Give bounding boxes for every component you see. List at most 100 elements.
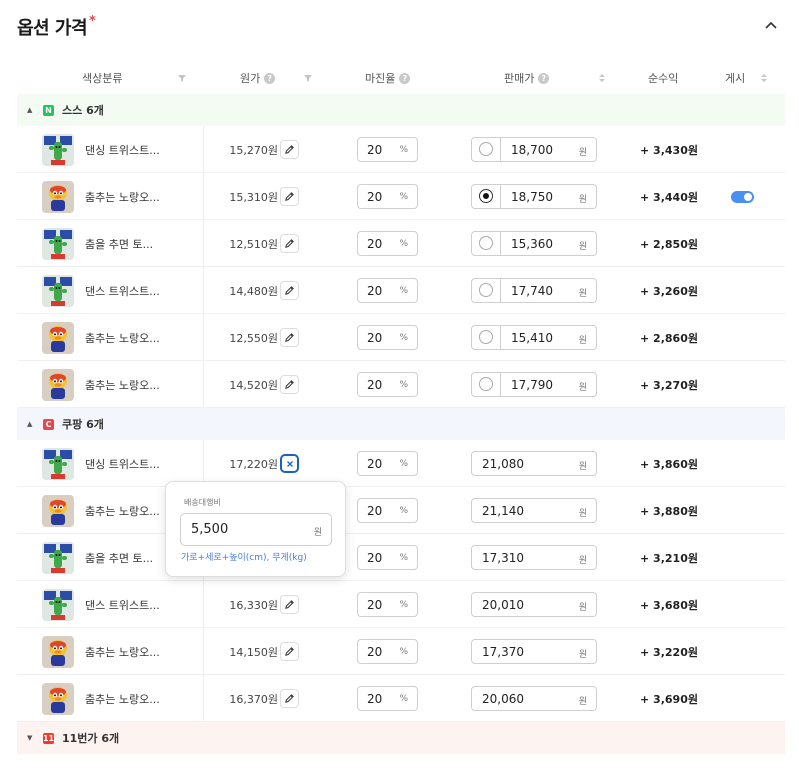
sort-icon[interactable] — [597, 73, 607, 83]
margin-value: 20 — [367, 190, 383, 204]
edit-cost-button[interactable] — [280, 187, 299, 206]
margin-input[interactable]: 20% — [357, 137, 418, 162]
column-divider — [203, 628, 204, 675]
price-value: 17,310 — [482, 551, 524, 565]
filter-icon[interactable] — [303, 73, 313, 83]
column-divider — [203, 581, 204, 628]
cost-value: 16,370원 — [229, 693, 278, 706]
cost-value: 14,520원 — [229, 379, 278, 392]
margin-input[interactable]: 20% — [357, 451, 418, 476]
price-input[interactable]: 21,140 원 — [471, 498, 597, 523]
price-radio[interactable] — [479, 236, 493, 250]
group-header[interactable]: ▼ 11 11번가 6개 — [17, 722, 785, 754]
edit-cost-button[interactable] — [280, 642, 299, 661]
price-input[interactable]: 15,410 원 — [471, 325, 597, 350]
shipping-fee-input[interactable]: 5,500 원 — [180, 513, 332, 546]
price-value: 15,360 — [511, 237, 553, 251]
cost-value: 16,330원 — [229, 599, 278, 612]
profit-value: + 3,680원 — [640, 599, 698, 612]
won-unit: 원 — [578, 556, 587, 566]
pencil-icon — [285, 286, 294, 295]
margin-input[interactable]: 20% — [357, 639, 418, 664]
price-input[interactable]: 17,740 원 — [471, 278, 597, 303]
margin-input[interactable]: 20% — [357, 231, 418, 256]
column-label: 게시 — [725, 72, 746, 85]
price-input[interactable]: 17,370 원 — [471, 639, 597, 664]
product-thumbnail — [42, 636, 74, 668]
price-radio[interactable] — [479, 142, 493, 156]
percent-unit: % — [399, 694, 408, 704]
edit-cost-button[interactable] — [280, 595, 299, 614]
product-name: 춤추는 노랑오... — [85, 646, 160, 659]
edit-cost-button[interactable] — [280, 140, 299, 159]
price-radio[interactable] — [479, 377, 493, 391]
price-radio[interactable] — [479, 283, 493, 297]
price-value: 18,700 — [511, 143, 553, 157]
table-row: 댄스 트위스트... 16,330원 20% 20,010 원 + 3,680원 — [17, 581, 785, 628]
group-header[interactable]: ▲ C 쿠팡 6개 — [17, 408, 785, 440]
price-value: 17,790 — [511, 378, 553, 392]
edit-cost-button[interactable] — [280, 689, 299, 708]
column-header-profit: 순수익 — [648, 70, 678, 86]
won-unit: 원 — [578, 650, 587, 660]
pencil-icon — [285, 647, 294, 656]
dimension-weight-link[interactable]: 가로+세로+높이(cm), 무게(kg) — [181, 550, 307, 563]
profit-value: + 3,270원 — [640, 379, 698, 392]
pencil-icon — [285, 239, 294, 248]
margin-value: 20 — [367, 504, 383, 518]
edit-cost-button[interactable] — [280, 281, 299, 300]
filter-icon[interactable] — [177, 73, 187, 83]
product-name: 춤추는 노랑오... — [85, 332, 160, 345]
profit-value: + 3,690원 — [640, 693, 698, 706]
close-edit-button[interactable] — [280, 454, 299, 473]
price-radio[interactable] — [479, 330, 493, 344]
margin-input[interactable]: 20% — [357, 184, 418, 209]
column-label: 원가 — [240, 72, 261, 85]
price-select-cell — [472, 138, 501, 161]
price-input[interactable]: 18,700 원 — [471, 137, 597, 162]
help-icon[interactable]: ? — [399, 72, 411, 84]
caret-down-icon[interactable]: ▼ — [27, 734, 37, 742]
price-radio[interactable] — [479, 189, 493, 203]
margin-value: 20 — [367, 457, 383, 471]
margin-input[interactable]: 20% — [357, 686, 418, 711]
column-divider — [203, 440, 204, 487]
sort-icon[interactable] — [759, 73, 769, 83]
edit-cost-button[interactable] — [280, 375, 299, 394]
price-select-cell — [472, 232, 501, 255]
price-input[interactable]: 17,310 원 — [471, 545, 597, 570]
price-input[interactable]: 15,360 원 — [471, 231, 597, 256]
edit-cost-button[interactable] — [280, 328, 299, 347]
profit-value: + 3,860원 — [640, 458, 698, 471]
chevron-up-icon[interactable] — [763, 18, 779, 34]
price-input[interactable]: 21,080 원 — [471, 451, 597, 476]
table-row: 댄싱 트위스트... 17,220원 20% 21,080 원 + 3,860원 — [17, 440, 785, 487]
table-row: 춤을 추면 토... 12,510원 20% 15,360 원 + 2,850원 — [17, 220, 785, 267]
margin-input[interactable]: 20% — [357, 278, 418, 303]
price-input[interactable]: 18,750 원 — [471, 184, 597, 209]
price-input[interactable]: 20,010 원 — [471, 592, 597, 617]
margin-input[interactable]: 20% — [357, 592, 418, 617]
profit-value: + 3,430원 — [640, 144, 698, 157]
margin-input[interactable]: 20% — [357, 372, 418, 397]
margin-input[interactable]: 20% — [357, 325, 418, 350]
caret-up-icon[interactable]: ▲ — [27, 106, 37, 114]
margin-value: 20 — [367, 331, 383, 345]
caret-up-icon[interactable]: ▲ — [27, 420, 37, 428]
price-input[interactable]: 17,790 원 — [471, 372, 597, 397]
pencil-icon — [285, 694, 294, 703]
price-input[interactable]: 20,060 원 — [471, 686, 597, 711]
product-thumbnail — [42, 228, 74, 260]
column-divider — [203, 361, 204, 408]
product-thumbnail — [42, 134, 74, 166]
help-icon[interactable]: ? — [264, 72, 276, 84]
price-value: 21,140 — [482, 504, 524, 518]
group-header[interactable]: ▲ N 스스 6개 — [17, 94, 785, 126]
post-toggle[interactable] — [731, 191, 754, 203]
group-label: 쿠팡 6개 — [62, 418, 104, 431]
margin-input[interactable]: 20% — [357, 545, 418, 570]
help-icon[interactable]: ? — [538, 72, 550, 84]
margin-input[interactable]: 20% — [357, 498, 418, 523]
product-thumbnail — [42, 542, 74, 574]
edit-cost-button[interactable] — [280, 234, 299, 253]
